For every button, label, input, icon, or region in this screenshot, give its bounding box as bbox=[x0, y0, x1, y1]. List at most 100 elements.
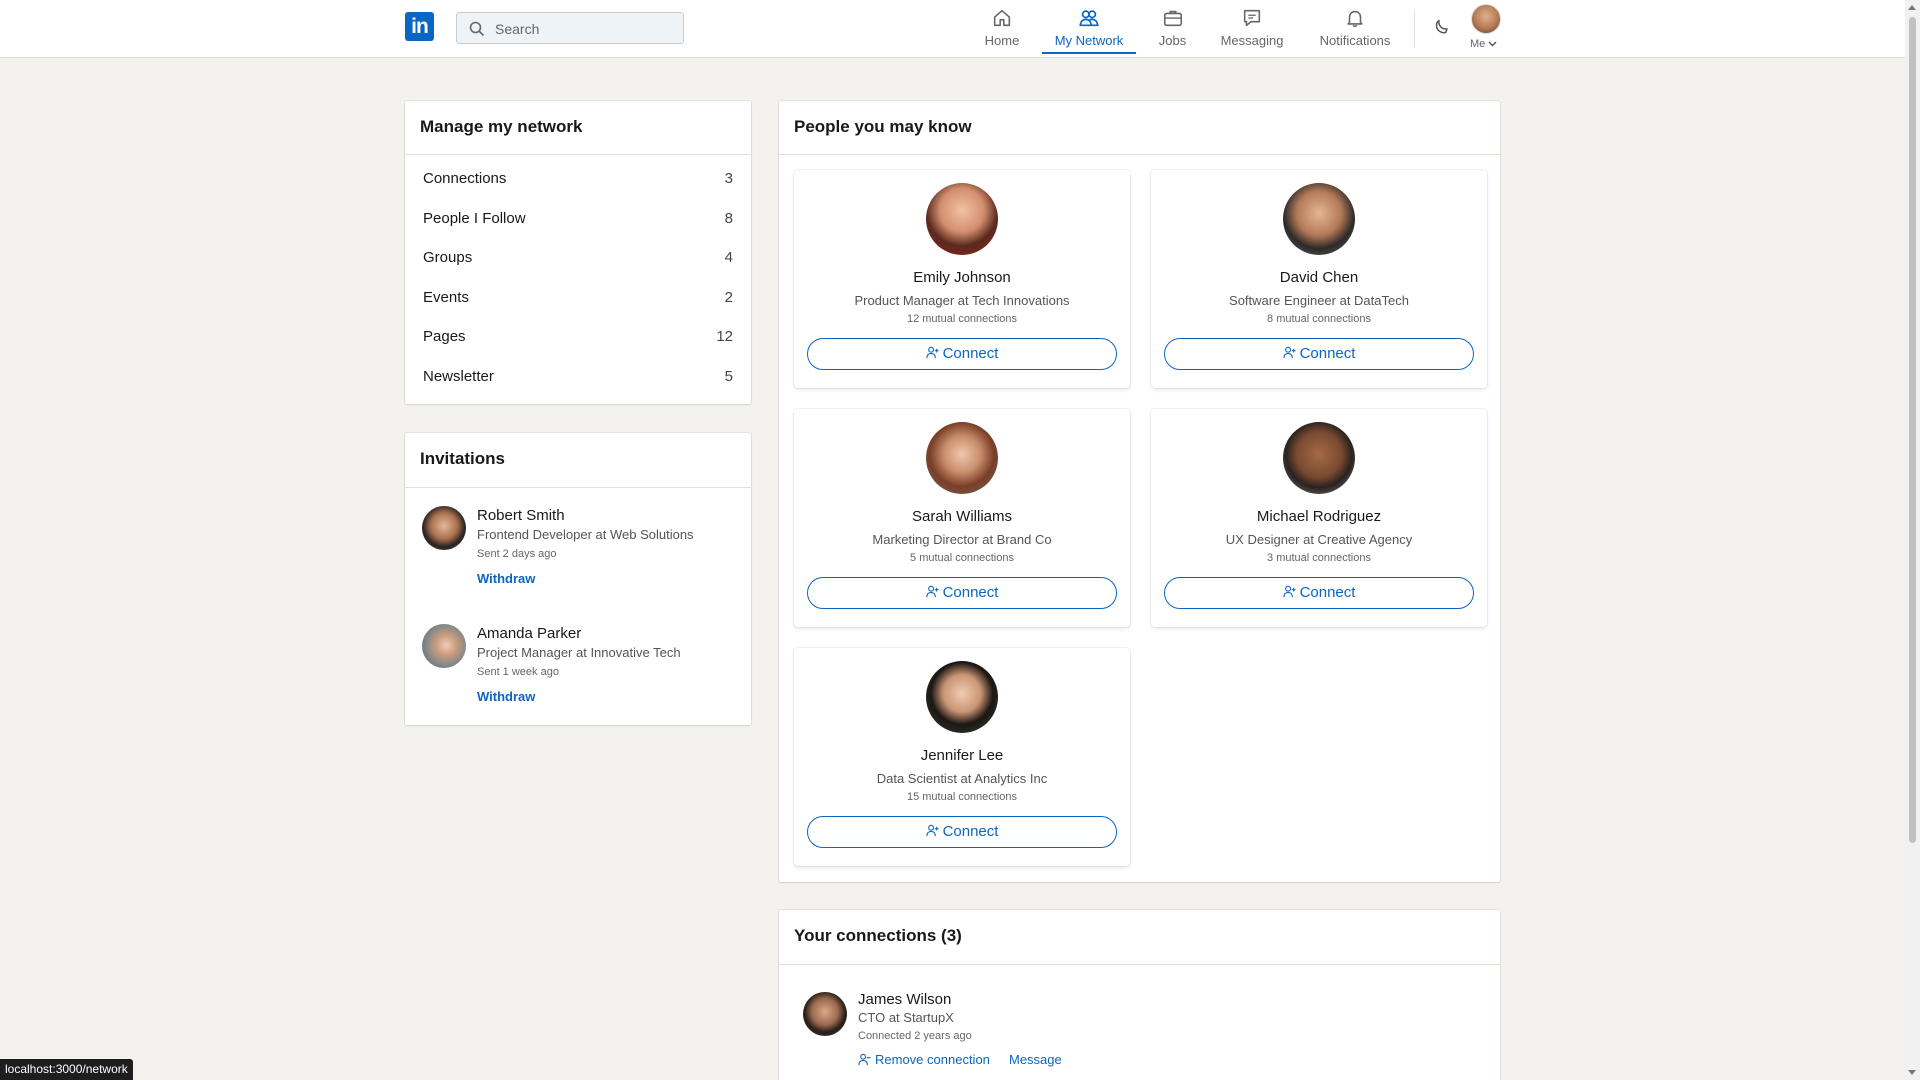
people-you-may-know-card: People you may know Emily Johnson Produc… bbox=[779, 101, 1500, 882]
person-name[interactable]: David Chen bbox=[1151, 269, 1487, 286]
divider bbox=[405, 154, 751, 155]
messaging-icon bbox=[1243, 9, 1261, 27]
connect-label: Connect bbox=[942, 584, 999, 601]
invitation-title: Project Manager at Innovative Tech bbox=[477, 645, 681, 660]
manage-row-count: 4 bbox=[724, 249, 733, 266]
manage-row-events[interactable]: Events 2 bbox=[423, 286, 733, 310]
your-connections-title: Your connections (3) bbox=[794, 926, 962, 945]
home-icon bbox=[993, 9, 1011, 27]
search-input[interactable] bbox=[493, 13, 682, 45]
manage-row-label: Events bbox=[423, 289, 469, 306]
scroll-down-arrow-icon[interactable] bbox=[1908, 1070, 1916, 1075]
me-menu[interactable]: Me bbox=[1470, 38, 1497, 50]
manage-row-newsletter[interactable]: Newsletter 5 bbox=[423, 365, 733, 389]
connect-button[interactable]: Connect bbox=[807, 816, 1117, 848]
person-title: Marketing Director at Brand Co bbox=[872, 532, 1052, 547]
manage-network-card: Manage my network Connections 3 People I… bbox=[405, 101, 751, 404]
person-name[interactable]: Jennifer Lee bbox=[794, 747, 1130, 764]
nav-my-network-label: My Network bbox=[1054, 33, 1124, 48]
invitations-card: Invitations Robert Smith Frontend Develo… bbox=[405, 433, 751, 725]
manage-row-connections[interactable]: Connections 3 bbox=[423, 167, 733, 191]
network-icon bbox=[1079, 10, 1099, 27]
withdraw-button[interactable]: Withdraw bbox=[477, 571, 535, 586]
person-name[interactable]: Emily Johnson bbox=[794, 269, 1130, 286]
person-card: David Chen Software Engineer at DataTech… bbox=[1151, 170, 1487, 388]
person-card: Emily Johnson Product Manager at Tech In… bbox=[794, 170, 1130, 388]
mutual-connections: 5 mutual connections bbox=[910, 552, 1014, 564]
invitations-title: Invitations bbox=[420, 449, 506, 468]
add-person-icon bbox=[925, 824, 939, 837]
manage-row-label: Newsletter bbox=[423, 368, 494, 385]
nav-divider bbox=[1414, 10, 1415, 48]
mutual-connections: 3 mutual connections bbox=[1267, 552, 1371, 564]
avatar[interactable] bbox=[926, 422, 998, 494]
avatar[interactable] bbox=[1283, 183, 1355, 255]
avatar[interactable] bbox=[422, 506, 466, 550]
manage-row-count: 2 bbox=[724, 289, 733, 306]
manage-row-label: People I Follow bbox=[423, 210, 526, 227]
manage-row-label: Connections bbox=[423, 170, 507, 187]
nav-my-network[interactable]: My Network bbox=[1042, 0, 1136, 56]
manage-row-count: 3 bbox=[724, 170, 733, 187]
divider bbox=[779, 964, 1500, 965]
add-person-icon bbox=[1282, 585, 1296, 598]
add-person-icon bbox=[925, 585, 939, 598]
connection-name[interactable]: James Wilson bbox=[858, 991, 951, 1008]
linkedin-logo[interactable]: in bbox=[405, 12, 434, 41]
avatar[interactable] bbox=[422, 624, 466, 668]
invitation-name[interactable]: Robert Smith bbox=[477, 507, 565, 524]
scrollbar-thumb[interactable] bbox=[1909, 17, 1916, 843]
dark-mode-moon-icon[interactable] bbox=[1432, 17, 1452, 37]
page-scrollbar[interactable] bbox=[1905, 0, 1920, 1080]
scroll-up-arrow-icon[interactable] bbox=[1908, 5, 1916, 10]
person-card: Jennifer Lee Data Scientist at Analytics… bbox=[794, 648, 1130, 866]
invitation-title: Frontend Developer at Web Solutions bbox=[477, 527, 694, 542]
nav-home-label: Home bbox=[984, 33, 1020, 48]
connect-button[interactable]: Connect bbox=[807, 338, 1117, 370]
person-title: Data Scientist at Analytics Inc bbox=[876, 771, 1048, 786]
divider bbox=[405, 487, 751, 488]
nav-messaging[interactable]: Messaging bbox=[1218, 0, 1286, 56]
person-card: Sarah Williams Marketing Director at Bra… bbox=[794, 409, 1130, 627]
remove-connection-button[interactable]: Remove connection bbox=[858, 1052, 990, 1067]
avatar[interactable] bbox=[1283, 422, 1355, 494]
avatar[interactable] bbox=[926, 183, 998, 255]
nav-home[interactable]: Home bbox=[983, 0, 1021, 56]
connect-label: Connect bbox=[1299, 345, 1356, 362]
briefcase-icon bbox=[1163, 10, 1182, 27]
connect-button[interactable]: Connect bbox=[1164, 577, 1474, 609]
invitation-name[interactable]: Amanda Parker bbox=[477, 625, 581, 642]
manage-row-pages[interactable]: Pages 12 bbox=[423, 325, 733, 349]
avatar[interactable] bbox=[803, 992, 847, 1036]
manage-row-groups[interactable]: Groups 4 bbox=[423, 246, 733, 270]
chevron-down-icon bbox=[1488, 41, 1497, 47]
connect-label: Connect bbox=[942, 345, 999, 362]
add-person-icon bbox=[1282, 346, 1296, 359]
nav-messaging-label: Messaging bbox=[1220, 33, 1284, 48]
manage-row-count: 12 bbox=[716, 328, 733, 345]
search-box[interactable] bbox=[456, 12, 684, 45]
divider bbox=[779, 154, 1500, 155]
connect-button[interactable]: Connect bbox=[1164, 338, 1474, 370]
nav-notifications[interactable]: Notifications bbox=[1315, 0, 1395, 56]
person-name[interactable]: Michael Rodriguez bbox=[1151, 508, 1487, 525]
message-button[interactable]: Message bbox=[1009, 1052, 1062, 1067]
mutual-connections: 8 mutual connections bbox=[1267, 313, 1371, 325]
connect-button[interactable]: Connect bbox=[807, 577, 1117, 609]
manage-row-count: 5 bbox=[724, 368, 733, 385]
withdraw-button[interactable]: Withdraw bbox=[477, 689, 535, 704]
nav-notifications-label: Notifications bbox=[1319, 33, 1391, 48]
me-avatar[interactable] bbox=[1471, 4, 1501, 34]
search-icon bbox=[469, 21, 485, 37]
person-name[interactable]: Sarah Williams bbox=[794, 508, 1130, 525]
people-you-may-know-title: People you may know bbox=[794, 117, 972, 136]
invitation-sent: Sent 1 week ago bbox=[477, 666, 559, 678]
manage-network-title: Manage my network bbox=[420, 117, 583, 136]
person-card: Michael Rodriguez UX Designer at Creativ… bbox=[1151, 409, 1487, 627]
avatar[interactable] bbox=[926, 661, 998, 733]
nav-jobs[interactable]: Jobs bbox=[1155, 0, 1190, 56]
manage-row-people-i-follow[interactable]: People I Follow 8 bbox=[423, 207, 733, 231]
manage-row-label: Pages bbox=[423, 328, 466, 345]
status-bar-url: localhost:3000/network bbox=[0, 1059, 133, 1080]
person-title: Software Engineer at DataTech bbox=[1229, 293, 1409, 308]
